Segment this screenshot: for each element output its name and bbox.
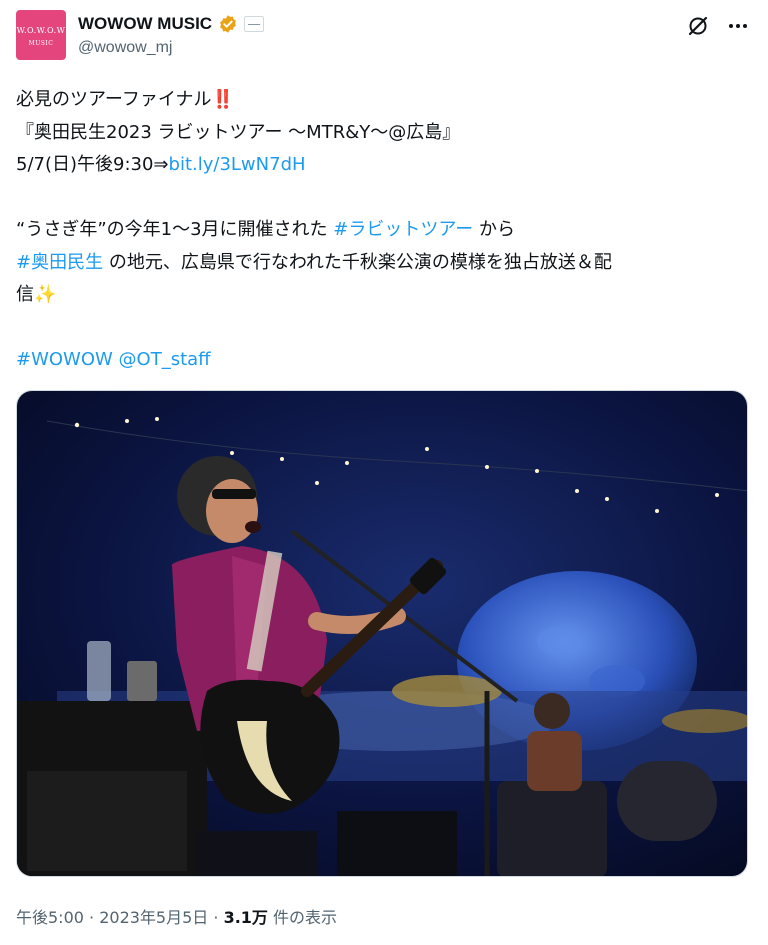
- grok-icon[interactable]: [686, 14, 710, 38]
- tweet-line: 5/7(日)午後9:30⇒bit.ly/3LwN7dH: [16, 149, 752, 182]
- tweet-photo[interactable]: [16, 390, 748, 877]
- user-handle[interactable]: @wowow_mj: [78, 39, 172, 57]
- tweet-time[interactable]: 午後5:00: [16, 908, 84, 927]
- tweet-text: 必見のツアーファイナル‼️ 『奥田民生2023 ラビットツアー 〜MTR&Y〜@…: [16, 84, 752, 377]
- concert-photo-illustration: [17, 391, 747, 876]
- tweet-line: “うさぎ年”の今年1〜3月に開催された #ラビットツアー から: [16, 214, 752, 247]
- meta-separator: ·: [208, 908, 224, 927]
- double-exclamation-emoji-icon: ‼️: [211, 89, 234, 110]
- more-horizontal-icon[interactable]: [726, 14, 750, 38]
- tweet-line: #奥田民生 の地元、広島県で行なわれた千秋楽公演の模様を独占放送＆配: [16, 247, 752, 280]
- external-link[interactable]: bit.ly/3LwN7dH: [169, 154, 306, 175]
- avatar[interactable]: W.O.W.O.W MUSIC: [16, 10, 66, 60]
- tweet-meta: 午後5:00 · 2023年5月5日 · 3.1万 件の表示: [16, 904, 337, 928]
- avatar-logo-subtext: MUSIC: [28, 40, 54, 47]
- mention-link[interactable]: @OT_staff: [119, 349, 211, 370]
- hashtag-link[interactable]: #ラビットツアー: [333, 219, 473, 240]
- tweet-text-segment: 信: [16, 284, 34, 305]
- verified-badge-icon: [220, 15, 237, 33]
- hashtag-link[interactable]: #WOWOW: [16, 349, 113, 370]
- display-name[interactable]: WOWOW MUSIC: [78, 14, 212, 34]
- tweet-line: 『奥田民生2023 ラビットツアー 〜MTR&Y〜@広島』: [16, 117, 752, 150]
- tweet-text-segment: から: [473, 219, 516, 240]
- tweet-text-segment: 必見のツアーファイナル: [16, 89, 212, 110]
- tweet-line: 信✨: [16, 279, 752, 312]
- tweet-text-segment: 『奥田民生2023 ラビットツアー 〜MTR&Y〜@広島』: [16, 121, 461, 143]
- tweet-text-segment: 5/7(日)午後9:30⇒: [16, 154, 169, 175]
- meta-separator: ·: [83, 908, 100, 927]
- avatar-logo-text: W.O.W.O.W: [16, 26, 66, 35]
- tweet-text-segment: の地元、広島県で行なわれた千秋楽公演の模様を独占放送＆配: [103, 251, 612, 273]
- tweet-header: W.O.W.O.W MUSIC WOWOW MUSIC @wowow_mj: [16, 10, 752, 66]
- sparkles-emoji-icon: ✨: [34, 284, 57, 305]
- tweet-line: #WOWOW @OT_staff: [16, 344, 752, 377]
- tweet-line: 必見のツアーファイナル‼️: [16, 84, 752, 117]
- tweet-text-segment: “うさぎ年”の今年1〜3月に開催された: [16, 219, 334, 240]
- hashtag-link[interactable]: #奥田民生: [16, 252, 103, 273]
- tweet-date[interactable]: 2023年5月5日: [99, 908, 208, 927]
- view-count: 3.1万: [223, 908, 268, 927]
- name-row: WOWOW MUSIC: [78, 12, 265, 36]
- view-count-label: 件の表示: [267, 908, 338, 927]
- affiliate-badge-icon[interactable]: [244, 16, 265, 32]
